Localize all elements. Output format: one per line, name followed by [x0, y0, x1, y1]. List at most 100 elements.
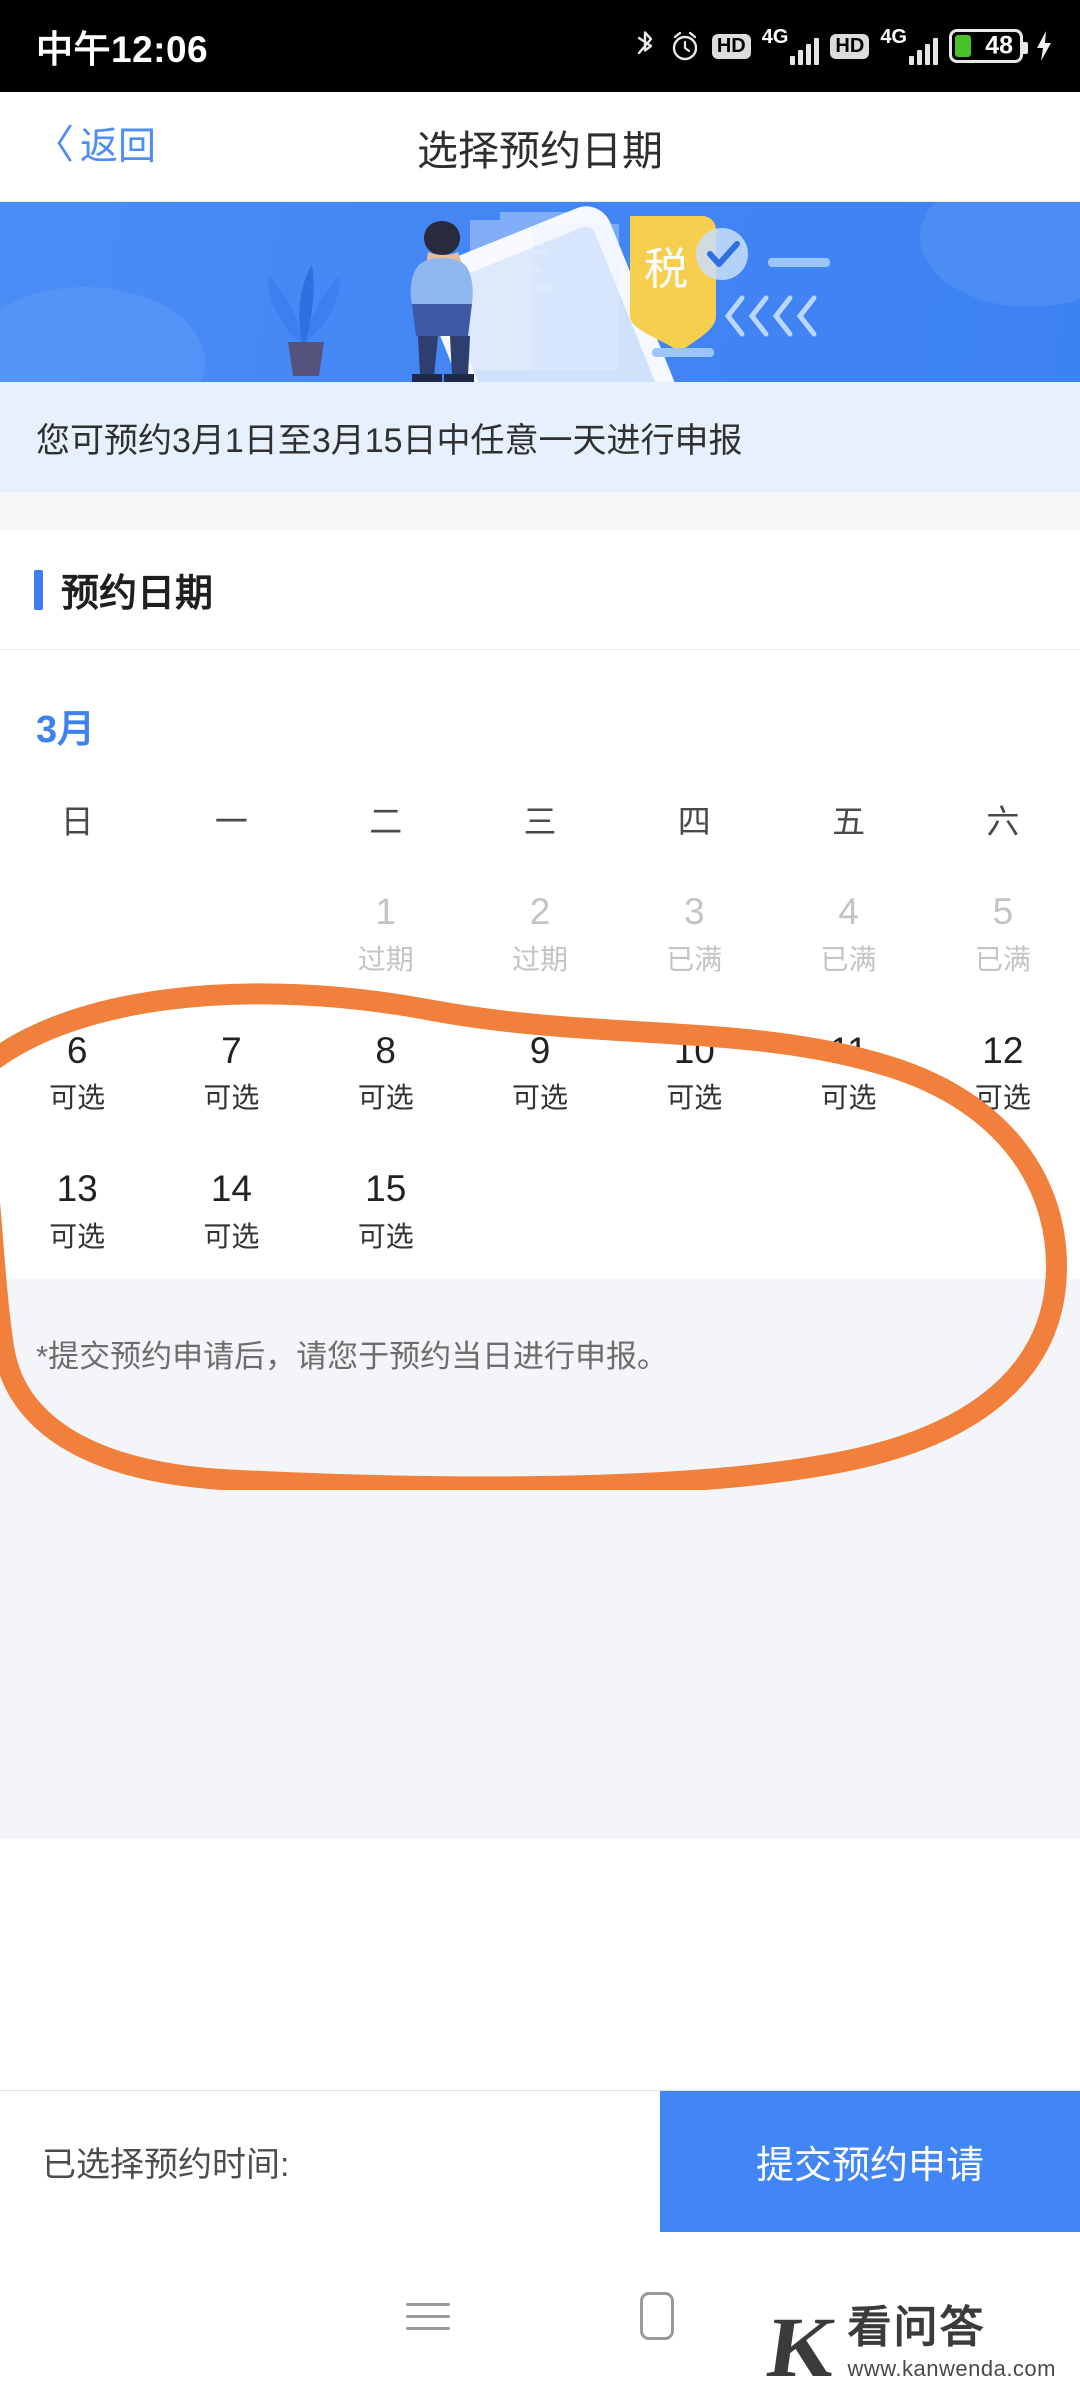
app-header: 〈 返回 选择预约日期 — [0, 92, 1080, 202]
dash-decor — [768, 258, 830, 267]
calendar-day-12[interactable]: 12 可选 — [926, 1024, 1080, 1121]
calendar-day-5: 5 已满 — [926, 885, 1080, 982]
calendar-weekday-2: 二 — [369, 803, 403, 840]
back-button-label: 返回 — [80, 125, 157, 168]
signal-bars-icon-2 — [909, 35, 938, 65]
bottom-action-bar: 已选择预约时间: 提交预约申请 — [0, 2090, 1080, 2232]
status-bar: 中午12:06 HD 4G HD 4G 48 — [0, 0, 1080, 92]
alarm-icon — [669, 29, 701, 63]
battery-percent: 48 — [985, 31, 1013, 60]
calendar-week-row: 6 可选 7 可选 8 可选 9 可选 10 可选 11 可选 12 可选 — [0, 1024, 1080, 1121]
calendar-day-11[interactable]: 11 可选 — [771, 1024, 925, 1121]
section-gap — [0, 492, 1080, 530]
calendar-day-number: 2 — [529, 891, 551, 932]
recents-icon[interactable] — [406, 2302, 450, 2330]
section-header: 预约日期 — [0, 530, 1080, 650]
section-title-text: 预约日期 — [61, 573, 214, 615]
charging-bolt-icon — [1034, 30, 1054, 62]
calendar-day-8[interactable]: 8 可选 — [309, 1024, 463, 1121]
calendar-weekday-4: 四 — [677, 803, 711, 840]
watermark-text-group: 看问答 www.kanwenda.com — [847, 2304, 1056, 2382]
watermark-url: www.kanwenda.com — [847, 2356, 1056, 2381]
document-sheets — [470, 212, 619, 370]
calendar-day-6[interactable]: 6 可选 — [0, 1024, 154, 1121]
calendar-day-state: 过期 — [511, 943, 568, 975]
calendar-day-number: 10 — [673, 1029, 715, 1071]
calendar-weekday-6: 六 — [986, 803, 1020, 840]
calendar-day-10[interactable]: 10 可选 — [617, 1024, 771, 1121]
calendar-month-label: 3月 — [36, 709, 96, 751]
calendar-day-state: 可选 — [974, 1082, 1031, 1114]
home-icon[interactable] — [640, 2292, 674, 2340]
footnote-text: *提交预约申请后，请您于预约当日进行申报。 — [36, 1339, 669, 1375]
plant-illustration — [268, 264, 340, 376]
calendar-weekday-3: 三 — [523, 803, 557, 840]
signal-4g-icon-2: 4G — [880, 27, 938, 65]
chevron-decor-icon — [724, 295, 817, 337]
calendar-day-2: 2 过期 — [463, 885, 617, 982]
calendar-day-number: 7 — [221, 1029, 242, 1071]
calendar-day-1: 1 过期 — [309, 885, 463, 982]
calendar-day-4: 4 已满 — [771, 885, 925, 982]
calendar-day-state: 可选 — [820, 1082, 877, 1114]
calendar-weekday-0: 日 — [60, 803, 94, 840]
calendar-day-state: 可选 — [511, 1082, 568, 1114]
network-label: 4G — [761, 26, 789, 48]
calendar-day-3: 3 已满 — [617, 885, 771, 982]
calendar-day-14[interactable]: 14 可选 — [154, 1162, 308, 1259]
calendar-day-13[interactable]: 13 可选 — [0, 1162, 154, 1259]
calendar-day-number: 9 — [529, 1029, 551, 1071]
calendar-weekday-1: 一 — [214, 803, 248, 840]
back-button[interactable]: 〈 返回 — [34, 123, 157, 168]
signal-4g-icon: 4G — [762, 27, 820, 65]
notice-text: 您可预约3月1日至3月15日中任意一天进行申报 — [36, 421, 743, 460]
calendar-day-state: 已满 — [974, 943, 1031, 975]
watermark-logo-icon: K — [761, 2299, 843, 2396]
calendar-day-9[interactable]: 9 可选 — [463, 1024, 617, 1121]
calendar-day-number: 12 — [982, 1029, 1024, 1071]
person-illustration — [410, 221, 474, 382]
site-watermark: K 看问答 www.kanwenda.com — [762, 2299, 1056, 2395]
chevron-left-icon: 〈 — [34, 123, 74, 167]
calendar-day-number: 6 — [66, 1029, 88, 1071]
dash-decor-2 — [652, 348, 714, 357]
calendar-day-state: 可选 — [203, 1221, 260, 1253]
selected-time-label: 已选择预约时间: — [0, 2091, 660, 2232]
lower-panel: *提交预约申请后，请您于预约当日进行申报。 — [0, 1279, 1080, 1840]
submit-appointment-button[interactable]: 提交预约申请 — [660, 2091, 1080, 2232]
calendar-day-number: 11 — [829, 1029, 868, 1071]
svg-text:税: 税 — [644, 245, 688, 294]
status-time: 中午12:06 — [36, 29, 209, 70]
calendar-day-number: 13 — [56, 1168, 98, 1210]
calendar-day-state: 可选 — [357, 1082, 414, 1114]
calendar-weekday-5: 五 — [832, 803, 866, 840]
promo-banner: 税 — [0, 202, 1080, 382]
selected-time-label-text: 已选择预约时间: — [42, 2146, 290, 2184]
notice-banner: 您可预约3月1日至3月15日中任意一天进行申报 — [0, 382, 1080, 492]
hd-icon-2: HD — [830, 33, 870, 59]
calendar-week-row: 1 过期 2 过期 3 已满 4 已满 5 已满 — [0, 885, 1080, 982]
calendar-day-state: 可选 — [49, 1221, 106, 1253]
tax-tag-illustration: 税 — [630, 216, 748, 352]
appointment-date-section: 预约日期 3月 日 一 二 三 四 五 六 1 过期 2 过期 3 已满 4 已满 5 已满 6 可选 7 可选 8 可选… — [0, 530, 1080, 1280]
calendar-day-number: 4 — [838, 891, 859, 932]
calendar-week-row: 13 可选 14 可选 15 可选 — [0, 1162, 1080, 1259]
network-label-2: 4G — [880, 26, 907, 48]
calendar-day-state: 可选 — [357, 1221, 414, 1253]
hd-icon: HD — [711, 33, 751, 59]
calendar-day-number: 15 — [365, 1168, 407, 1210]
calendar-day-state: 可选 — [203, 1082, 260, 1114]
calendar-day-state: 已满 — [666, 943, 723, 975]
calendar-day-15[interactable]: 15 可选 — [309, 1162, 463, 1259]
banner-illustration: 税 — [0, 202, 1080, 382]
calendar-day-7[interactable]: 7 可选 — [154, 1024, 308, 1121]
battery-icon: 48 — [949, 29, 1028, 63]
calendar-day-number: 8 — [375, 1029, 396, 1071]
calendar-weekday-row: 日一二三四五六 — [0, 795, 1080, 843]
accent-bar — [34, 569, 43, 610]
calendar-day-number: 1 — [375, 891, 396, 932]
calendar-day-state: 可选 — [666, 1082, 723, 1114]
signal-bars-icon — [790, 35, 820, 65]
page-title: 选择预约日期 — [417, 127, 663, 174]
calendar-day-number: 3 — [683, 891, 705, 932]
